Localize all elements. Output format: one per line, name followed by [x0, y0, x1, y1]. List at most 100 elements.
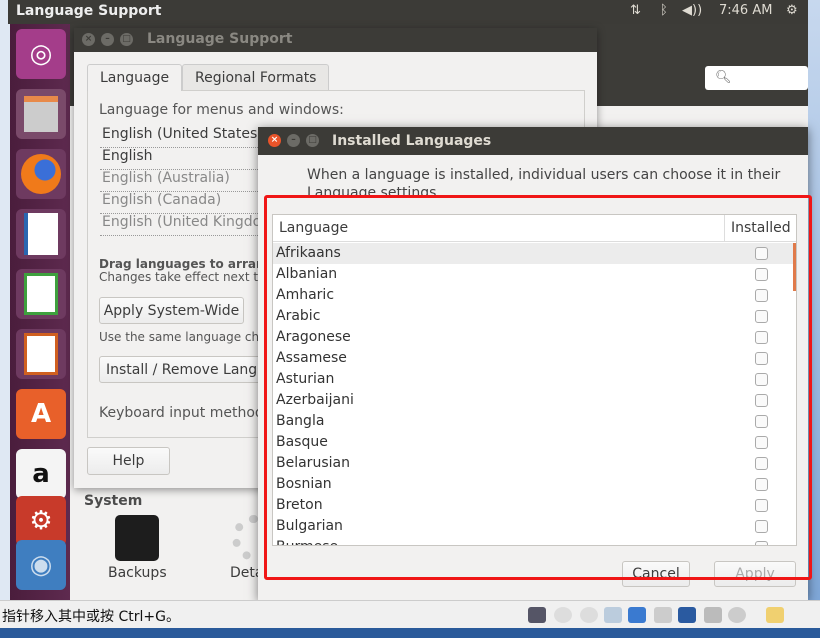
writer-icon[interactable]: [16, 209, 66, 259]
note-icon[interactable]: [766, 607, 784, 623]
ubuntu-dash-icon[interactable]: ◎: [16, 29, 66, 79]
description-2: Language settings.: [307, 185, 441, 197]
installed-checkbox[interactable]: [755, 436, 768, 449]
language-row[interactable]: Amharic: [273, 285, 795, 306]
network-icon[interactable]: ⇅: [630, 3, 641, 18]
installed-checkbox[interactable]: [755, 268, 768, 281]
language-row[interactable]: Bangla: [273, 411, 795, 432]
top-panel: Language Support ⇅ ᛒ ◀)) 7:46 AM ⚙: [8, 0, 808, 24]
column-language[interactable]: Language: [279, 220, 348, 236]
language-name: Afrikaans: [276, 245, 341, 261]
calc-icon[interactable]: [16, 269, 66, 319]
installed-checkbox[interactable]: [755, 499, 768, 512]
hard-disk-icon[interactable]: [528, 607, 546, 623]
amazon-icon[interactable]: a: [16, 449, 66, 499]
tab-language[interactable]: Language: [87, 64, 183, 91]
section-title: System: [84, 493, 143, 509]
installed-checkbox[interactable]: [755, 289, 768, 302]
installed-checkbox[interactable]: [755, 478, 768, 491]
optical-drive-icon[interactable]: [554, 607, 572, 623]
bluetooth-icon[interactable]: ᛒ: [660, 3, 668, 18]
language-name: Assamese: [276, 350, 347, 366]
language-row[interactable]: Arabic: [273, 306, 795, 327]
launcher: ◎ A a ⚙ ◉: [10, 24, 70, 600]
language-name: Bangla: [276, 413, 325, 429]
installed-languages-dialog: × – □ Installed Languages When a languag…: [258, 127, 808, 600]
language-row[interactable]: Afrikaans: [273, 243, 795, 264]
firefox-icon[interactable]: [16, 149, 66, 199]
help-button[interactable]: Help: [87, 447, 170, 475]
close-icon[interactable]: ×: [82, 33, 95, 46]
installed-checkbox[interactable]: [755, 541, 768, 545]
active-window-title: Language Support: [16, 3, 162, 19]
search-input[interactable]: 🔍︎: [705, 66, 808, 90]
language-name: Basque: [276, 434, 328, 450]
same-language-hint: Use the same language choic: [99, 330, 277, 344]
installed-checkbox[interactable]: [755, 457, 768, 470]
clock[interactable]: 7:46 AM: [719, 3, 772, 18]
backups-label[interactable]: Backups: [108, 565, 167, 581]
installed-checkbox[interactable]: [755, 415, 768, 428]
language-row[interactable]: Albanian: [273, 264, 795, 285]
titlebar: × – □ Installed Languages: [258, 127, 808, 155]
languages-list: Language Installed Afrikaans Albanian Amha…: [272, 214, 797, 546]
language-row[interactable]: Burmese: [273, 537, 795, 545]
search-icon: 🔍︎: [715, 70, 732, 85]
impress-icon[interactable]: [16, 329, 66, 379]
language-row[interactable]: Belarusian: [273, 453, 795, 474]
optical-drive-icon[interactable]: [580, 607, 598, 623]
volume-icon[interactable]: ◀)): [682, 3, 702, 18]
maximize-icon[interactable]: □: [306, 134, 319, 147]
column-installed[interactable]: Installed: [724, 215, 796, 242]
language-name: Bulgarian: [276, 518, 343, 534]
files-icon[interactable]: [16, 89, 66, 139]
maximize-icon[interactable]: □: [120, 33, 133, 46]
floppy-icon[interactable]: [604, 607, 622, 623]
cancel-button[interactable]: Cancel: [622, 561, 690, 587]
installed-checkbox[interactable]: [755, 247, 768, 260]
language-support-icon[interactable]: ◉: [16, 540, 66, 590]
scrollbar[interactable]: [793, 243, 796, 291]
apply-button[interactable]: Apply: [714, 561, 796, 587]
tab-regional-formats[interactable]: Regional Formats: [182, 64, 330, 91]
system-settings-icon[interactable]: ⚙: [16, 496, 66, 546]
minimize-icon[interactable]: –: [101, 33, 114, 46]
installed-checkbox[interactable]: [755, 352, 768, 365]
language-name: Bosnian: [276, 476, 332, 492]
close-icon[interactable]: ×: [268, 134, 281, 147]
printer-icon[interactable]: [654, 607, 672, 623]
language-row[interactable]: Aragonese: [273, 327, 795, 348]
usb-icon[interactable]: [678, 607, 696, 623]
language-row[interactable]: Assamese: [273, 348, 795, 369]
language-name: Aragonese: [276, 329, 351, 345]
minimize-icon[interactable]: –: [287, 134, 300, 147]
dialog-title: Language Support: [147, 31, 293, 47]
vm-status-bar: 指针移入其中或按 Ctrl+G。: [0, 600, 820, 628]
language-row[interactable]: Asturian: [273, 369, 795, 390]
language-row[interactable]: Bosnian: [273, 474, 795, 495]
titlebar: × – □ Language Support: [74, 28, 597, 52]
apply-system-wide-button[interactable]: Apply System-Wide: [99, 297, 244, 324]
installed-checkbox[interactable]: [755, 373, 768, 386]
installed-checkbox[interactable]: [755, 331, 768, 344]
language-name: Albanian: [276, 266, 338, 282]
webcam-icon[interactable]: [728, 607, 746, 623]
language-row[interactable]: Basque: [273, 432, 795, 453]
installed-checkbox[interactable]: [755, 520, 768, 533]
language-row[interactable]: Breton: [273, 495, 795, 516]
description: When a language is installed, individual…: [307, 167, 781, 183]
language-name: Arabic: [276, 308, 321, 324]
network-adapter-icon[interactable]: [628, 607, 646, 623]
software-center-icon[interactable]: A: [16, 389, 66, 439]
install-remove-languages-button[interactable]: Install / Remove Langu: [99, 356, 279, 383]
language-name: Burmese: [276, 539, 338, 545]
language-row[interactable]: Azerbaijani: [273, 390, 795, 411]
power-gear-icon[interactable]: ⚙: [786, 3, 798, 18]
language-row[interactable]: Bulgarian: [273, 516, 795, 537]
vm-edge: [0, 0, 10, 600]
language-name: Azerbaijani: [276, 392, 354, 408]
installed-checkbox[interactable]: [755, 310, 768, 323]
backups-icon[interactable]: [115, 515, 159, 561]
shared-folder-icon[interactable]: [704, 607, 722, 623]
installed-checkbox[interactable]: [755, 394, 768, 407]
